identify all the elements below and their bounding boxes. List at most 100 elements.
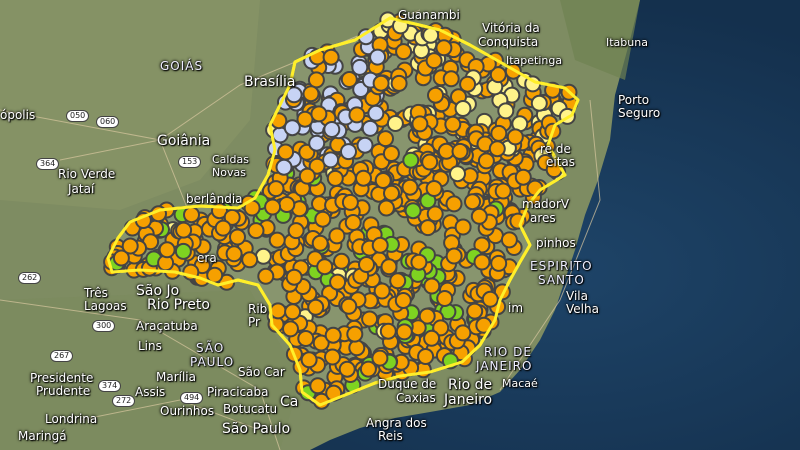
map-marker[interactable] (300, 351, 318, 369)
map-marker[interactable] (417, 348, 435, 365)
map-marker[interactable] (494, 182, 512, 200)
map-marker[interactable] (311, 234, 329, 252)
map-marker[interactable] (267, 180, 285, 198)
map-marker[interactable] (442, 70, 460, 88)
map-marker[interactable] (369, 48, 387, 66)
map-marker[interactable] (324, 348, 341, 366)
map-marker[interactable] (340, 71, 358, 88)
map-marker[interactable] (390, 74, 408, 92)
map-marker[interactable] (497, 102, 515, 120)
map-marker[interactable] (383, 184, 400, 202)
map-marker[interactable] (344, 214, 362, 231)
map-marker[interactable] (225, 245, 243, 263)
map-marker[interactable] (158, 241, 176, 259)
map-marker[interactable] (470, 207, 488, 225)
map-marker[interactable] (490, 124, 508, 142)
map-marker[interactable] (247, 222, 265, 240)
map-marker[interactable] (316, 258, 334, 276)
map-marker[interactable] (356, 136, 374, 154)
map-marker[interactable] (341, 193, 359, 211)
map-marker[interactable] (395, 43, 413, 61)
map-marker[interactable] (297, 330, 315, 347)
map-marker[interactable] (394, 292, 412, 309)
map-marker[interactable] (283, 119, 301, 137)
map-marker[interactable] (477, 152, 495, 170)
map-marker[interactable] (410, 253, 428, 271)
map-marker[interactable] (371, 349, 389, 367)
map-marker[interactable] (371, 236, 389, 254)
map-marker[interactable] (454, 100, 472, 117)
map-marker[interactable] (372, 74, 390, 92)
map-marker[interactable] (426, 205, 444, 223)
map-marker[interactable] (340, 297, 358, 315)
map-marker[interactable] (377, 199, 395, 217)
map-marker[interactable] (402, 151, 420, 169)
map-marker[interactable] (473, 253, 491, 271)
map-marker[interactable] (302, 85, 320, 103)
map-marker[interactable] (277, 143, 295, 161)
map-marker[interactable] (338, 360, 356, 378)
map-marker[interactable] (490, 254, 508, 272)
map-marker[interactable] (121, 237, 139, 255)
map-marker[interactable] (348, 339, 366, 357)
map-marker[interactable] (328, 227, 346, 245)
map-marker[interactable] (340, 143, 357, 161)
map-marker[interactable] (445, 195, 463, 213)
map-marker[interactable] (389, 272, 407, 290)
map-marker[interactable] (307, 298, 325, 316)
map-marker[interactable] (423, 329, 441, 347)
map-marker[interactable] (361, 310, 379, 328)
map-marker[interactable] (411, 115, 429, 133)
map-marker[interactable] (404, 202, 422, 220)
map-marker[interactable] (395, 323, 413, 341)
map-marker[interactable] (464, 193, 481, 211)
map-marker[interactable] (379, 322, 397, 340)
map-marker[interactable] (530, 94, 548, 112)
map-marker[interactable] (488, 140, 506, 158)
map-marker[interactable] (355, 169, 372, 187)
map-marker[interactable] (401, 178, 419, 196)
map-marker[interactable] (423, 277, 441, 295)
map-marker[interactable] (310, 105, 328, 123)
map-marker[interactable] (314, 210, 332, 228)
map-marker[interactable] (241, 251, 259, 269)
map-marker[interactable] (358, 256, 375, 273)
map-marker[interactable] (324, 326, 342, 344)
map-marker[interactable] (419, 219, 437, 237)
map-marker[interactable] (361, 119, 379, 137)
map-marker[interactable] (459, 75, 477, 93)
map-marker[interactable] (322, 48, 340, 66)
map-marker[interactable] (454, 324, 472, 342)
map-marker[interactable] (183, 206, 200, 224)
map-marker[interactable] (435, 39, 453, 57)
map-marker[interactable] (425, 180, 443, 197)
map-marker[interactable] (444, 115, 462, 133)
map-marker[interactable] (351, 58, 369, 76)
map-marker[interactable] (278, 196, 296, 213)
map-marker[interactable] (307, 71, 325, 89)
map-marker[interactable] (377, 130, 394, 148)
map-view[interactable]: Guanambi Vitória da Conquista Itapetinga… (0, 0, 800, 450)
map-marker[interactable] (264, 198, 282, 216)
map-marker[interactable] (454, 218, 472, 236)
map-marker[interactable] (298, 167, 316, 185)
map-marker[interactable] (386, 115, 404, 132)
map-marker[interactable] (481, 290, 499, 308)
map-marker[interactable] (329, 273, 347, 291)
map-marker[interactable] (287, 222, 305, 240)
map-marker[interactable] (436, 290, 454, 307)
map-marker[interactable] (175, 221, 193, 239)
map-marker[interactable] (380, 258, 398, 276)
map-marker[interactable] (348, 106, 366, 124)
map-marker[interactable] (309, 377, 327, 395)
map-marker[interactable] (382, 145, 400, 162)
map-marker[interactable] (214, 219, 232, 237)
map-marker[interactable] (466, 302, 484, 320)
map-marker[interactable] (323, 121, 341, 138)
map-marker[interactable] (333, 252, 350, 270)
map-marker[interactable] (282, 320, 299, 338)
map-marker[interactable] (451, 142, 469, 160)
map-marker[interactable] (526, 179, 544, 197)
map-marker[interactable] (346, 325, 364, 343)
map-marker[interactable] (285, 268, 303, 286)
